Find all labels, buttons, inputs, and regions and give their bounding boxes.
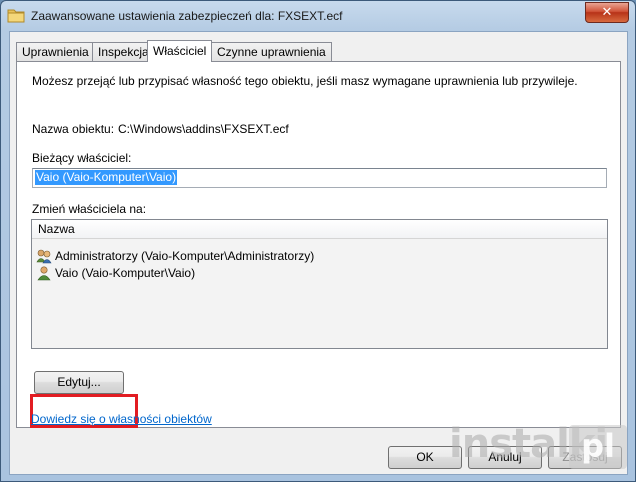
title-bar[interactable]: Zaawansowane ustawienia zabezpieczeń dla…	[1, 1, 635, 31]
dialog-client-area: Uprawnienia Inspekcja Właściciel Czynne …	[9, 31, 628, 475]
list-column-header-name[interactable]: Nazwa	[32, 220, 607, 239]
tab-auditing[interactable]: Inspekcja	[92, 42, 155, 61]
object-name-value: C:\Windows\addins\FXSEXT.ecf	[118, 122, 289, 136]
ok-button[interactable]: OK	[388, 446, 462, 469]
object-name-label: Nazwa obiektu:	[32, 122, 115, 136]
cancel-button[interactable]: Anuluj	[468, 446, 542, 469]
tab-effective-permissions[interactable]: Czynne uprawnienia	[211, 42, 332, 61]
user-icon	[37, 266, 51, 281]
current-owner-field[interactable]: Vaio (Vaio-Komputer\Vaio)	[32, 168, 607, 188]
list-item-label: Vaio (Vaio-Komputer\Vaio)	[55, 266, 196, 280]
list-item-label: Administratorzy (Vaio-Komputer\Administr…	[55, 249, 315, 263]
apply-button[interactable]: Zastosuj	[548, 446, 622, 469]
learn-ownership-link[interactable]: Dowiedz się o własności obiektów	[31, 412, 212, 426]
current-owner-label: Bieżący właściciel:	[32, 151, 132, 165]
dialog-window: Zaawansowane ustawienia zabezpieczeń dla…	[0, 0, 636, 482]
current-owner-value: Vaio (Vaio-Komputer\Vaio)	[35, 170, 178, 185]
folder-icon	[7, 9, 25, 23]
window-title: Zaawansowane ustawienia zabezpieczeń dla…	[31, 9, 343, 23]
owner-description: Możesz przejąć lub przypisać własność te…	[32, 74, 578, 88]
users-group-icon	[36, 249, 52, 264]
tab-owner[interactable]: Właściciel	[147, 40, 213, 62]
edit-button[interactable]: Edytuj...	[34, 371, 124, 394]
owner-candidates-list[interactable]: Nazwa Administratorzy (Vaio-Komputer\Adm…	[31, 219, 608, 349]
close-icon: ✕	[601, 4, 613, 19]
tab-permissions[interactable]: Uprawnienia	[16, 42, 95, 61]
close-button[interactable]: ✕	[585, 2, 629, 23]
change-owner-label: Zmień właściciela na:	[32, 202, 147, 216]
